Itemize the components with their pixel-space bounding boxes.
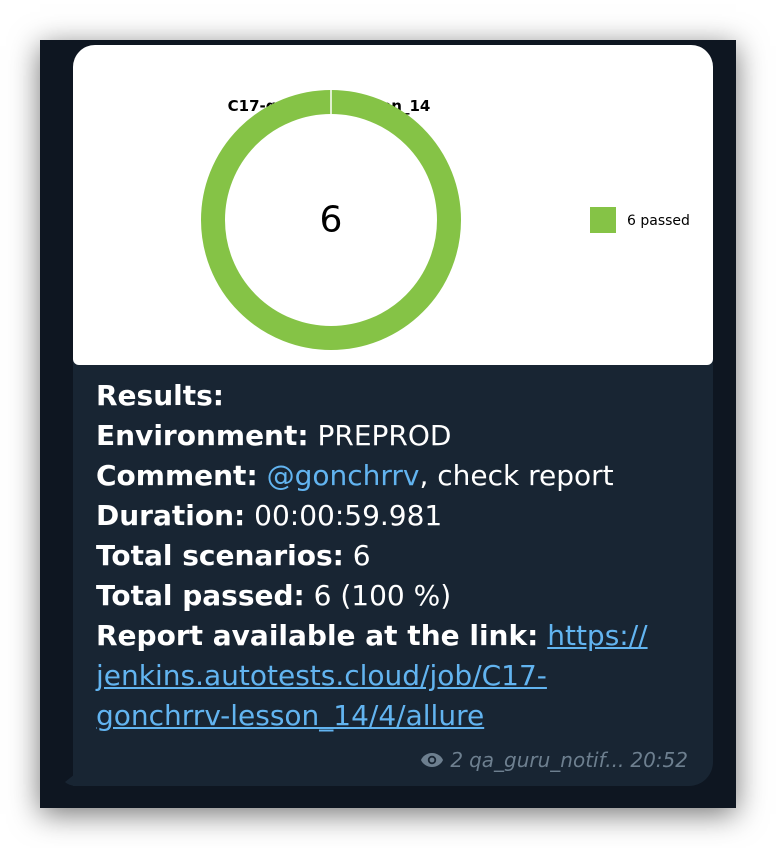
total-scenarios-line: Total scenarios: 6 xyxy=(96,536,696,576)
duration-line: Duration: 00:00:59.981 xyxy=(96,496,696,536)
total-passed-label: Total passed: xyxy=(96,579,305,612)
total-scenarios-label: Total scenarios: xyxy=(96,539,344,572)
results-label: Results: xyxy=(96,379,224,412)
comment-label: Comment: xyxy=(96,459,258,492)
report-link-part-1[interactable]: https:// xyxy=(547,619,647,652)
report-label: Report available at the link: xyxy=(96,619,539,652)
environment-line: Environment: PREPROD xyxy=(96,416,696,456)
results-line: Results: xyxy=(96,376,696,416)
total-passed-value: 6 (100 %) xyxy=(313,579,452,612)
total-scenarios-value: 6 xyxy=(352,539,371,572)
message-author: qa_guru_notif... xyxy=(469,748,625,772)
environment-value: PREPROD xyxy=(317,419,452,452)
report-link-part-3[interactable]: gonchrrv-lesson_14/4/allure xyxy=(96,699,484,732)
report-line: Report available at the link: https:// xyxy=(96,616,696,656)
duration-value: 00:00:59.981 xyxy=(254,499,443,532)
eye-icon xyxy=(421,753,444,767)
comment-line: Comment: @gonchrrv, check report xyxy=(96,456,696,496)
total-passed-line: Total passed: 6 (100 %) xyxy=(96,576,696,616)
user-mention-link[interactable]: @gonchrrv xyxy=(267,459,420,492)
legend-label-passed: 6 passed xyxy=(627,213,690,229)
duration-label: Duration: xyxy=(96,499,246,532)
donut-center-value: 6 xyxy=(320,200,343,241)
message-time: 20:52 xyxy=(630,748,688,772)
report-link-line-3: gonchrrv-lesson_14/4/allure xyxy=(96,696,696,736)
donut-chart: 6 6 passed xyxy=(201,90,690,350)
message-meta: 2 qa_guru_notif... 20:52 xyxy=(420,748,688,772)
report-link-part-2[interactable]: jenkins.autotests.cloud/job/C17- xyxy=(96,659,547,692)
report-link-line-2: jenkins.autotests.cloud/job/C17- xyxy=(96,656,696,696)
comment-text: , check report xyxy=(419,459,614,492)
legend-swatch-passed xyxy=(590,207,616,233)
environment-label: Environment: xyxy=(96,419,309,452)
view-count: 2 xyxy=(450,748,464,772)
message-text: Results: Environment: PREPROD Comment: @… xyxy=(96,376,696,736)
